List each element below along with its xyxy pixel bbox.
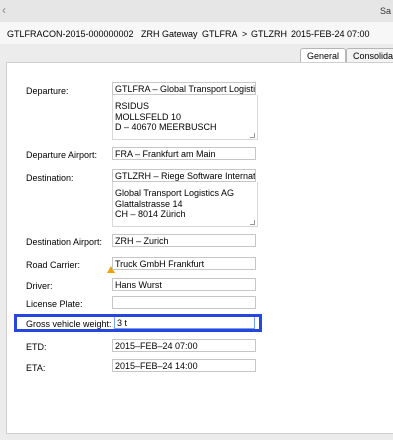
road-carrier-input[interactable]: Truck GmbH Frankfurt: [112, 257, 256, 270]
driver-input[interactable]: Hans Wurst: [112, 278, 256, 291]
destination-input[interactable]: GTLZRH – Riege Software Internatic: [112, 169, 256, 182]
route-from: GTLFRA: [202, 29, 238, 39]
destination-address: Global Transport Logistics AG Glattalstr…: [115, 188, 235, 219]
tab-bar: General Consolidat: [0, 44, 393, 64]
destination-airport-input[interactable]: ZRH – Zurich: [112, 234, 256, 247]
departure-label: Departure:: [26, 86, 69, 96]
focus-highlight-box: [14, 314, 262, 332]
departure-airport-input[interactable]: FRA – Frankfurt am Main: [112, 147, 256, 160]
route-arrow: >: [242, 29, 248, 39]
eta-label: ETA:: [26, 363, 46, 373]
back-arrow-icon[interactable]: ‹: [2, 3, 6, 17]
departure-address: RSIDUS MOLLSFELD 10 D – 40670 MEERBUSCH: [115, 101, 217, 132]
gateway-name: ZRH Gateway: [141, 29, 198, 39]
etd-input[interactable]: 2015–FEB–24 07:00: [112, 339, 256, 352]
road-carrier-label: Road Carrier:: [26, 260, 81, 270]
resize-handle-icon[interactable]: [250, 220, 255, 225]
resize-handle-icon[interactable]: [250, 133, 255, 138]
header-datetime: 2015-FEB-24 07:00: [291, 29, 370, 39]
destination-airport-label: Destination Airport:: [26, 237, 103, 247]
save-button[interactable]: Sa: [380, 6, 391, 16]
license-plate-input[interactable]: [112, 296, 256, 309]
departure-input[interactable]: GTLFRA – Global Transport Logistic: [112, 82, 256, 95]
etd-label: ETD:: [26, 342, 47, 352]
destination-label: Destination:: [26, 173, 74, 183]
title-bar: ‹ Sa: [0, 0, 393, 23]
departure-airport-label: Departure Airport:: [26, 150, 98, 160]
route-to: GTLZRH: [251, 29, 287, 39]
license-plate-label: License Plate:: [26, 299, 83, 309]
header-breadcrumb: GTLFRACON-2015-000000002 ZRH Gateway GTL…: [0, 22, 393, 44]
driver-label: Driver:: [26, 281, 53, 291]
eta-input[interactable]: 2015–FEB–24 14:00: [112, 359, 256, 372]
consignment-id: GTLFRACON-2015-000000002: [7, 29, 134, 39]
